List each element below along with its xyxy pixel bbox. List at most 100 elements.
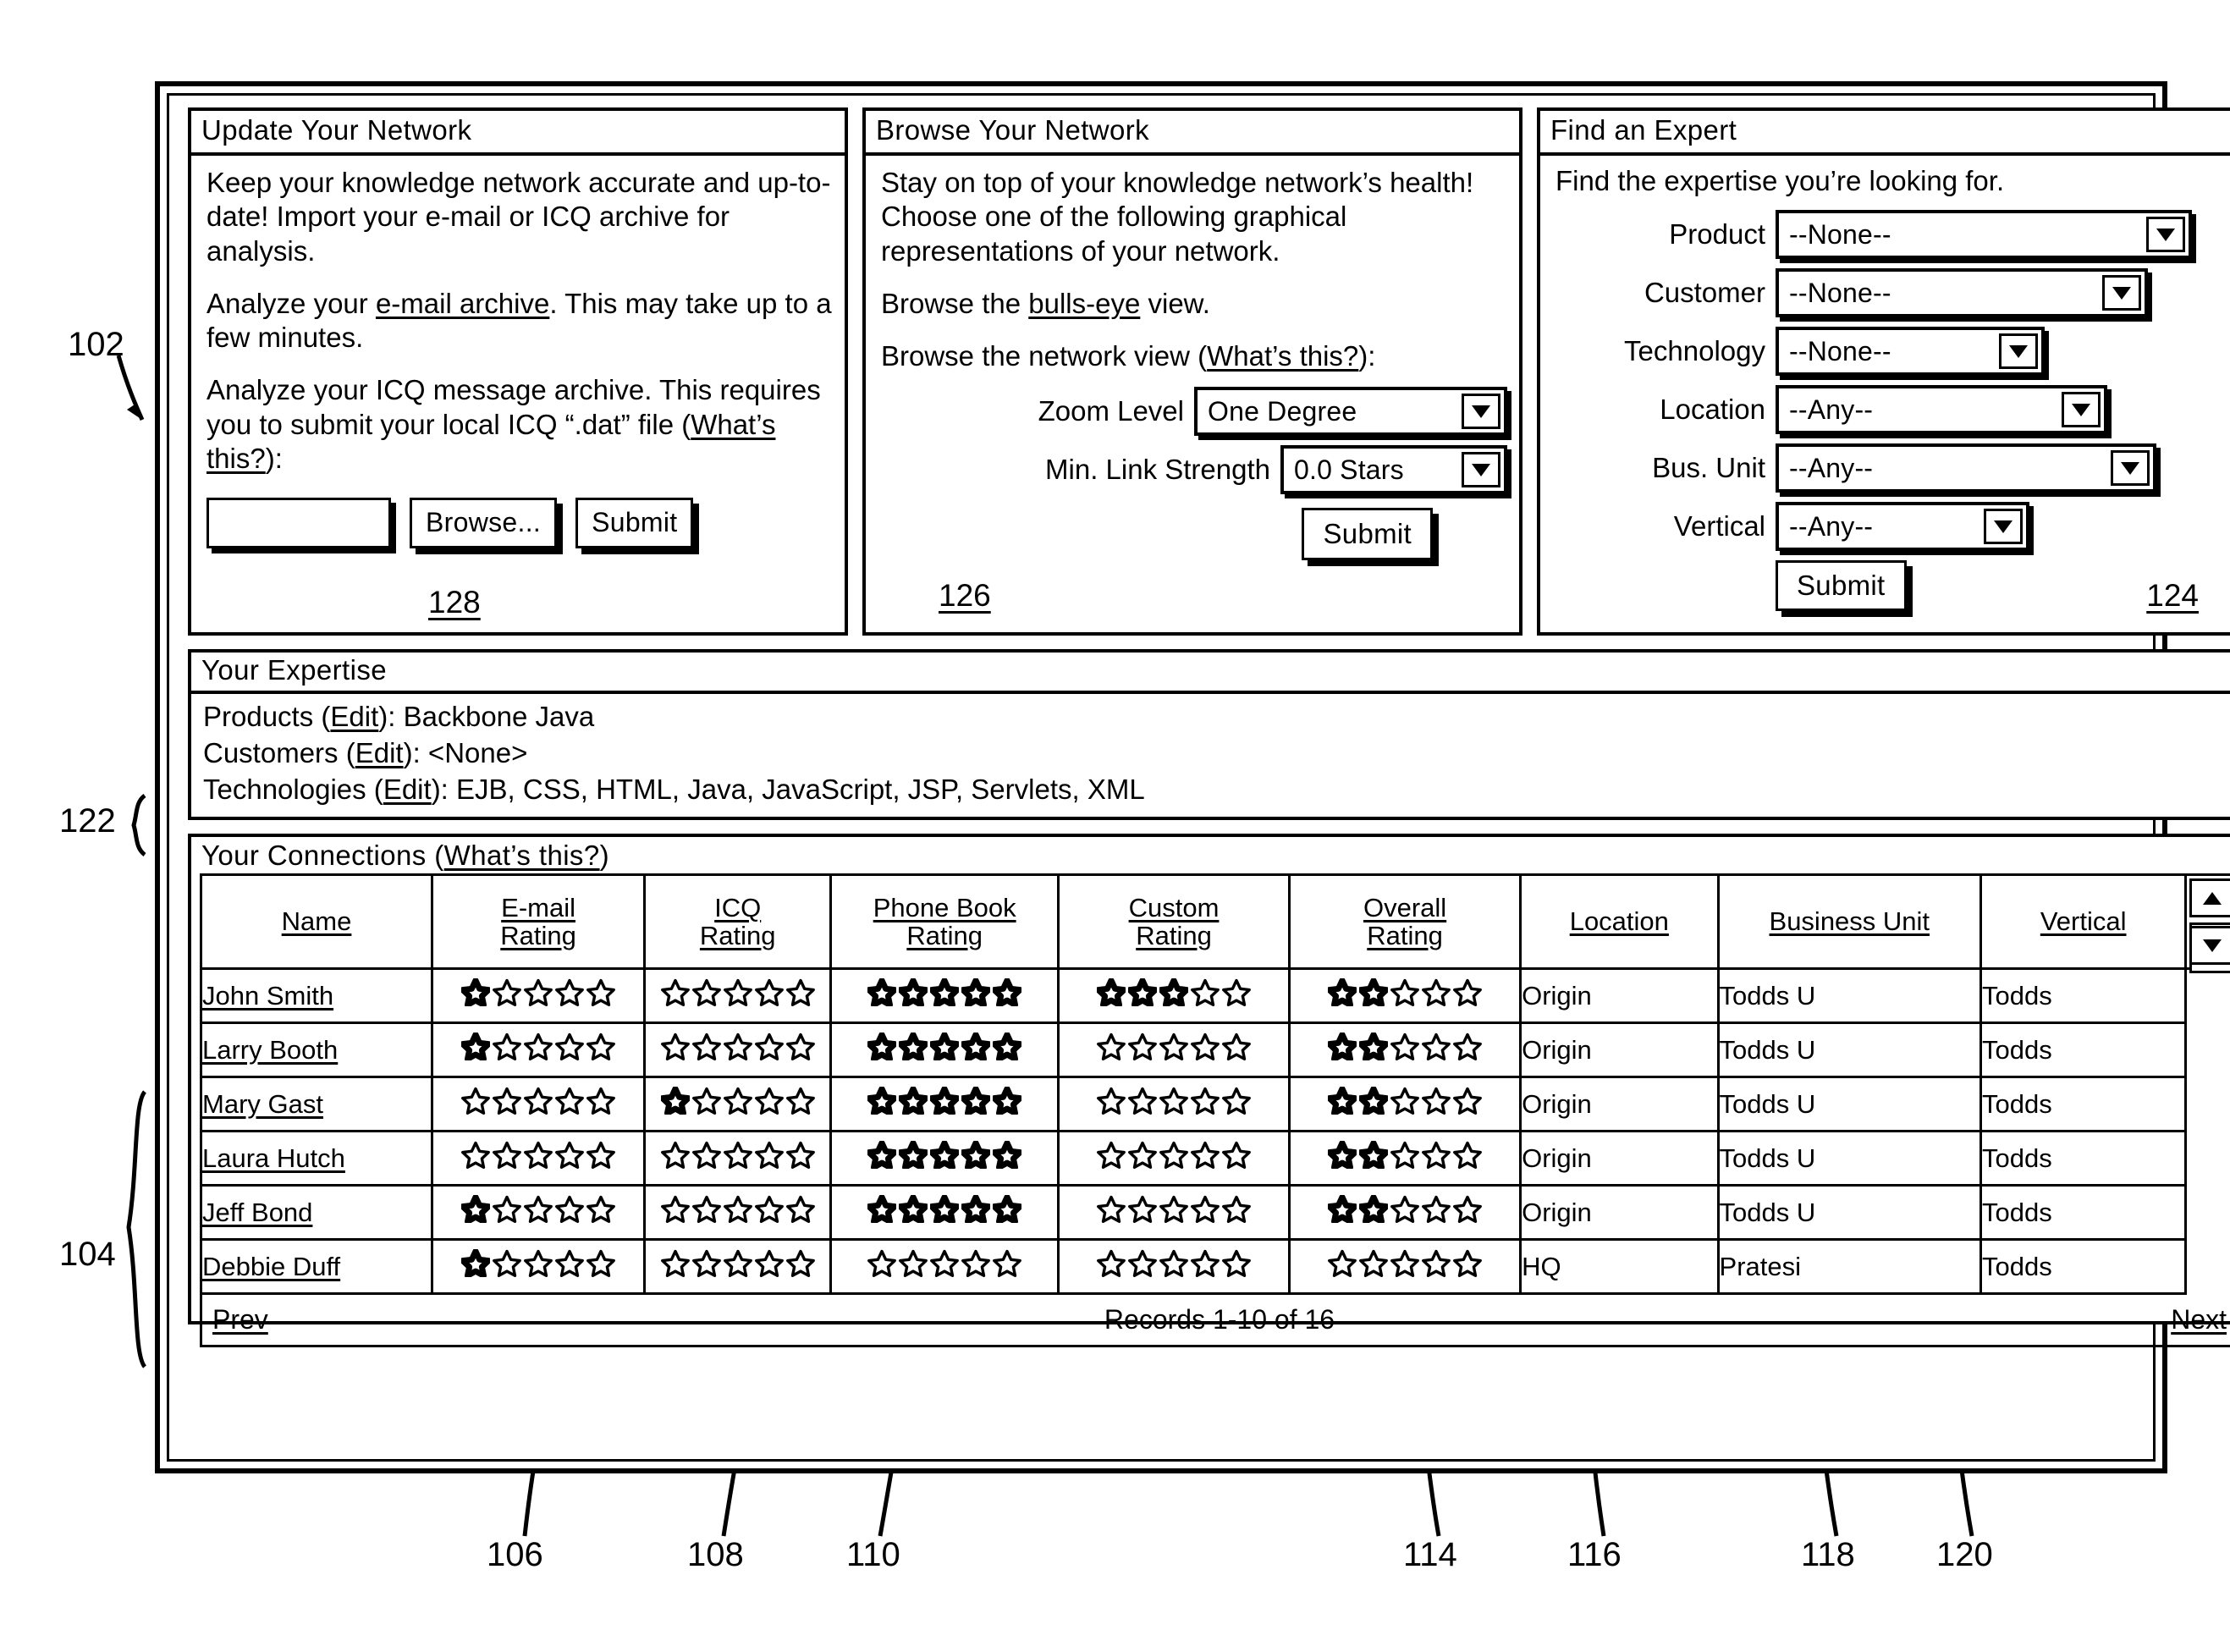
col-header-overall-rating[interactable]: Overall Rating	[1288, 873, 1522, 970]
min-link-strength-dropdown-arrow[interactable]	[1462, 452, 1500, 488]
cell-custom-rating[interactable]	[1056, 1184, 1291, 1241]
products-value: Backbone Java	[403, 701, 595, 732]
technology-select[interactable]: --None--	[1776, 327, 2045, 377]
cell-custom-rating[interactable]	[1056, 967, 1291, 1024]
browse-button[interactable]: Browse...	[410, 498, 558, 548]
star-rating	[1097, 1032, 1251, 1060]
cell-phone-rating[interactable]	[829, 1076, 1060, 1132]
col-header-business-unit[interactable]: Business Unit	[1716, 873, 1983, 970]
cell-phone-rating[interactable]	[829, 967, 1060, 1024]
bus-unit-select[interactable]: --Any--	[1776, 443, 2156, 493]
browse-paragraph-2: Browse the bulls-eye view.	[881, 287, 1507, 321]
location-row: Location --Any--	[1555, 385, 2230, 435]
table-row: Debbie Duff HQ Pratesi Todds	[199, 1238, 2230, 1295]
vertical-dropdown-arrow[interactable]	[1984, 509, 2023, 545]
product-dropdown-arrow[interactable]	[2146, 217, 2185, 253]
col-header-email-rating[interactable]: E-mail Rating	[431, 873, 647, 970]
cell-email-rating[interactable]	[431, 1130, 647, 1187]
customer-select[interactable]: --None--	[1776, 268, 2148, 318]
next-page-link[interactable]: Next	[2171, 1304, 2230, 1335]
connections-title-suffix: )	[599, 840, 609, 871]
cell-custom-rating[interactable]	[1056, 1238, 1291, 1295]
zoom-level-row: Zoom Level One Degree	[881, 387, 1507, 437]
prev-page-link[interactable]: Prev	[202, 1304, 268, 1335]
browse-p3-prefix: Browse the network view (	[881, 340, 1208, 372]
connection-name-link[interactable]: Larry Booth	[202, 1035, 338, 1065]
chevron-down-icon	[1472, 463, 1490, 476]
cell-icq-rating[interactable]	[643, 967, 833, 1024]
cell-icq-rating[interactable]	[643, 1238, 833, 1295]
bulls-eye-link[interactable]: bulls-eye	[1028, 288, 1140, 319]
panel-browse-your-network: Browse Your Network Stay on top of your …	[862, 107, 1522, 636]
col-header-location[interactable]: Location	[1519, 873, 1720, 970]
find-submit-button[interactable]: Submit	[1776, 560, 1907, 612]
icq-dat-file-input[interactable]	[206, 498, 391, 548]
min-link-strength-select[interactable]: 0.0 Stars	[1280, 445, 1507, 495]
update-submit-button[interactable]: Submit	[575, 498, 694, 548]
col-header-phone-book-rating[interactable]: Phone Book Rating	[829, 873, 1060, 970]
cell-email-rating[interactable]	[431, 1021, 647, 1078]
technology-dropdown-arrow[interactable]	[1999, 333, 2038, 370]
product-select[interactable]: --None--	[1776, 210, 2192, 260]
cell-phone-rating[interactable]	[829, 1021, 1060, 1078]
table-scrollbar[interactable]	[2184, 873, 2230, 973]
cell-phone-rating[interactable]	[829, 1184, 1060, 1241]
col-header-icq-rating[interactable]: ICQ Rating	[643, 873, 833, 970]
cell-icq-rating[interactable]	[643, 1184, 833, 1241]
zoom-level-select[interactable]: One Degree	[1194, 387, 1507, 437]
cell-custom-rating[interactable]	[1056, 1076, 1291, 1132]
cell-phone-rating[interactable]	[829, 1238, 1060, 1295]
browse-submit-button[interactable]: Submit	[1302, 508, 1433, 561]
cell-custom-rating[interactable]	[1056, 1021, 1291, 1078]
cell-custom-rating[interactable]	[1056, 1130, 1291, 1187]
cell-name: Laura Hutch	[199, 1130, 434, 1187]
cell-vertical: Todds	[1979, 1130, 2188, 1187]
cell-email-rating[interactable]	[431, 967, 647, 1024]
cell-phone-rating[interactable]	[829, 1130, 1060, 1187]
panel-update-title: Update Your Network	[191, 111, 845, 156]
connection-name-link[interactable]: Laura Hutch	[202, 1143, 345, 1173]
bus-unit-dropdown-arrow[interactable]	[2111, 450, 2150, 487]
email-archive-link[interactable]: e-mail archive	[376, 288, 549, 319]
whats-this-link-connections[interactable]: What’s this?	[444, 840, 600, 871]
ref-106: 106	[487, 1536, 543, 1573]
cell-email-rating[interactable]	[431, 1076, 647, 1132]
location-dropdown-arrow[interactable]	[2062, 392, 2101, 428]
col-header-custom-rating[interactable]: Custom Rating	[1056, 873, 1291, 970]
ref-102: 102	[68, 326, 124, 363]
col-header-vertical[interactable]: Vertical	[1979, 873, 2188, 970]
cell-icq-rating[interactable]	[643, 1076, 833, 1132]
connection-name-link[interactable]: Jeff Bond	[202, 1198, 312, 1227]
whats-this-link-network-view[interactable]: What’s this?	[1207, 340, 1358, 372]
edit-customers-link[interactable]: Edit	[355, 737, 404, 768]
location-label: Location	[1660, 394, 1765, 426]
technologies-label: Technologies	[203, 773, 366, 805]
customer-label: Customer	[1644, 277, 1765, 309]
cell-icq-rating[interactable]	[643, 1021, 833, 1078]
star-rating	[1097, 1087, 1251, 1115]
star-rating	[660, 978, 815, 1006]
scrollbar-track[interactable]	[2187, 876, 2230, 973]
location-select[interactable]: --Any--	[1776, 385, 2107, 435]
star-rating	[867, 1032, 1022, 1060]
connection-name-link[interactable]: Debbie Duff	[202, 1252, 340, 1281]
connection-name-link[interactable]: John Smith	[202, 981, 333, 1010]
panel-update-your-network: Update Your Network Keep your knowledge …	[188, 107, 848, 636]
connection-name-link[interactable]: Mary Gast	[202, 1089, 323, 1119]
star-rating	[660, 1087, 815, 1115]
cell-email-rating[interactable]	[431, 1184, 647, 1241]
scroll-up-button[interactable]	[2189, 878, 2230, 917]
scroll-down-button[interactable]	[2189, 926, 2230, 965]
zoom-level-dropdown-arrow[interactable]	[1462, 394, 1500, 430]
customer-dropdown-arrow[interactable]	[2102, 275, 2141, 311]
cell-icq-rating[interactable]	[643, 1130, 833, 1187]
cell-email-rating[interactable]	[431, 1238, 647, 1295]
cell-overall-rating	[1288, 967, 1522, 1024]
ref-128: 128	[428, 585, 481, 620]
edit-technologies-link[interactable]: Edit	[383, 774, 432, 805]
vertical-select[interactable]: --Any--	[1776, 502, 2029, 552]
col-header-name[interactable]: Name	[199, 873, 434, 970]
star-rating	[1328, 978, 1482, 1006]
technology-label: Technology	[1624, 335, 1765, 367]
edit-products-link[interactable]: Edit	[330, 701, 378, 732]
